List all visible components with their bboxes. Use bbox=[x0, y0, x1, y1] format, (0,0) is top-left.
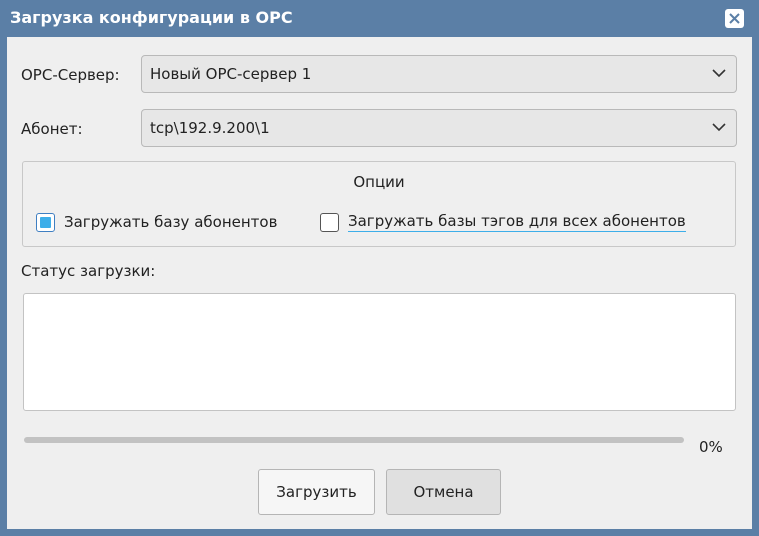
checkbox-unchecked-icon[interactable] bbox=[320, 212, 339, 232]
progress-bar bbox=[24, 437, 684, 443]
subscriber-label: Абонет: bbox=[21, 120, 83, 138]
load-button[interactable]: Загрузить bbox=[258, 469, 375, 515]
options-group: Опции Загружать базу абонентов Загружать… bbox=[22, 161, 736, 247]
dialog-window: Загрузка конфигурации в OPC OPC-Сервер: … bbox=[0, 0, 759, 536]
checkbox-checked-icon[interactable] bbox=[36, 212, 55, 232]
load-subscriber-db-label: Загружать базу абонентов bbox=[64, 213, 278, 231]
subscriber-select[interactable]: tcp\192.9.200\1 bbox=[141, 109, 737, 147]
chevron-down-icon bbox=[712, 123, 726, 132]
progress-percent: 0% bbox=[699, 438, 723, 456]
close-button[interactable] bbox=[725, 9, 744, 28]
opc-server-select[interactable]: Новый OPC-сервер 1 bbox=[141, 55, 737, 93]
window-title: Загрузка конфигурации в OPC bbox=[10, 8, 293, 27]
subscriber-value: tcp\192.9.200\1 bbox=[150, 119, 270, 137]
options-title: Опции bbox=[353, 173, 405, 191]
cancel-button[interactable]: Отмена bbox=[386, 469, 501, 515]
load-subscriber-db-checkbox[interactable]: Загружать базу абонентов bbox=[36, 209, 277, 235]
load-tag-dbs-label: Загружать базы тэгов для всех абонентов bbox=[348, 212, 686, 232]
chevron-down-icon bbox=[712, 69, 726, 78]
status-log[interactable] bbox=[23, 293, 736, 411]
opc-server-value: Новый OPC-сервер 1 bbox=[150, 65, 312, 83]
opc-server-label: OPC-Сервер: bbox=[21, 66, 120, 84]
status-label: Статус загрузки: bbox=[21, 262, 156, 280]
close-icon bbox=[729, 13, 740, 24]
load-tag-dbs-checkbox[interactable]: Загружать базы тэгов для всех абонентов bbox=[320, 209, 686, 235]
dialog-body: OPC-Сервер: Новый OPC-сервер 1 Абонет: t… bbox=[7, 37, 752, 529]
title-bar[interactable]: Загрузка конфигурации в OPC bbox=[0, 0, 759, 37]
